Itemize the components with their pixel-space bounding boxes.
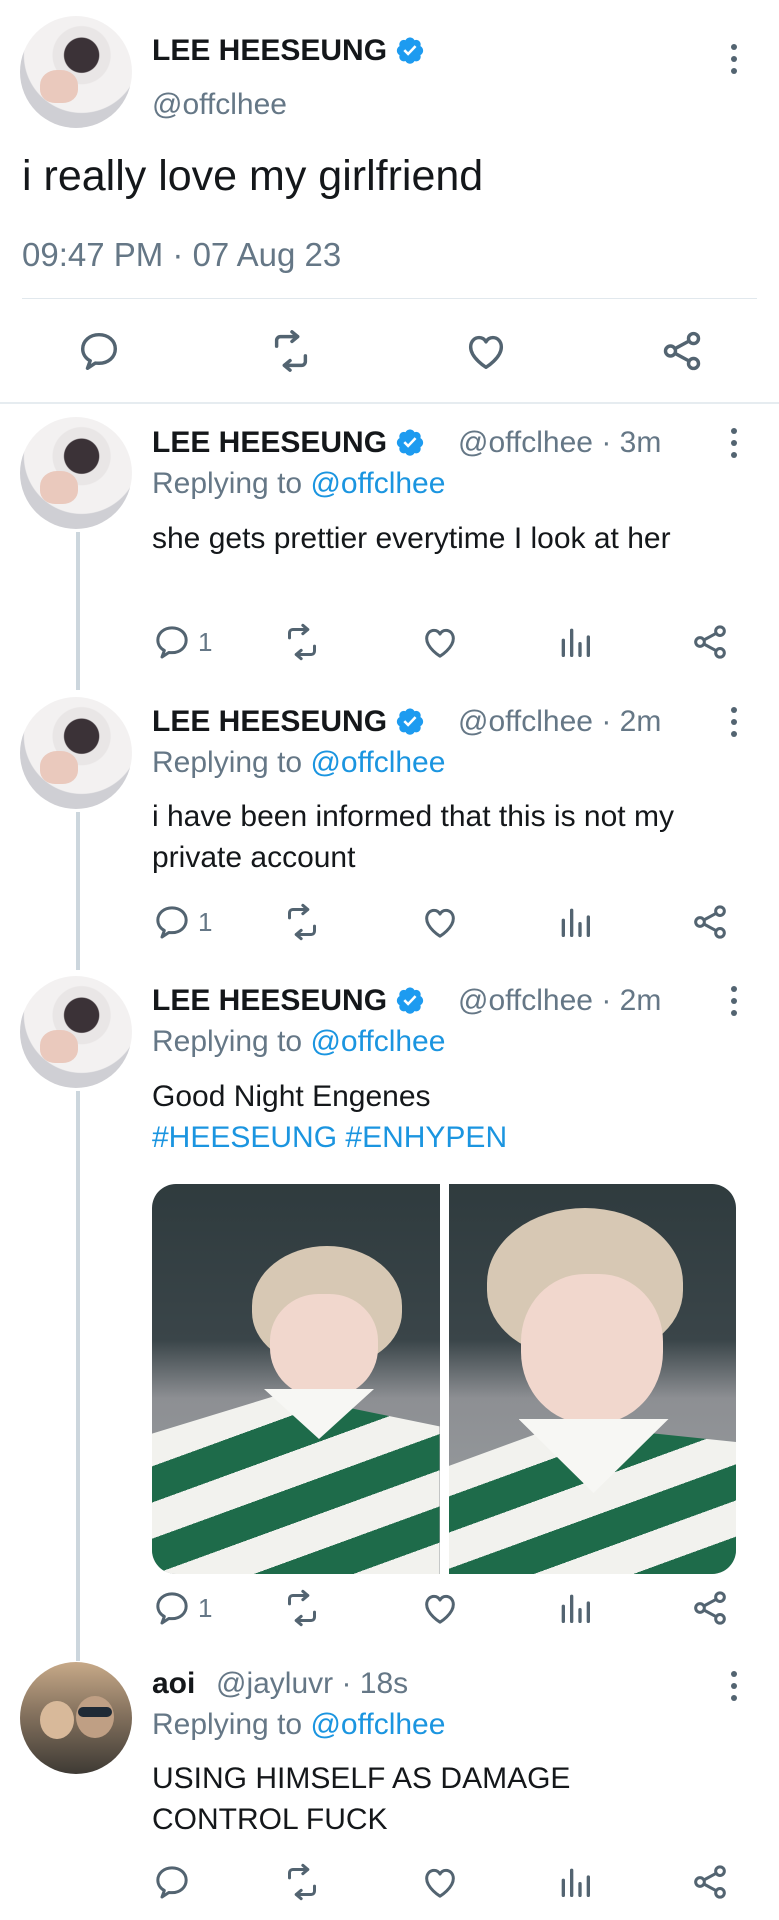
analytics-button[interactable]	[555, 1588, 595, 1628]
divider	[22, 298, 757, 299]
tweet-timestamp[interactable]: 09:47 PM · 07 Aug 23	[22, 236, 341, 274]
author-name[interactable]: LEE HEESEUNG	[152, 984, 425, 1018]
avatar[interactable]	[20, 1662, 132, 1774]
replying-to: Replying to @offclhee	[152, 746, 446, 779]
share-icon	[694, 1865, 726, 1899]
reply-button[interactable]: 1	[152, 902, 212, 942]
share-icon	[694, 1591, 726, 1625]
divider	[0, 402, 779, 404]
author-name[interactable]: LEE HEESEUNG	[152, 426, 425, 460]
like-icon	[425, 1868, 455, 1898]
mention-link[interactable]: @offclhee	[310, 1708, 445, 1741]
verified-badge-icon	[396, 987, 424, 1014]
reply-count: 1	[198, 626, 213, 657]
author-name[interactable]: LEE HEESEUNG	[152, 705, 425, 739]
reply-icon	[156, 906, 188, 939]
share-icon	[694, 625, 726, 659]
retweet-button[interactable]	[282, 1862, 322, 1902]
thread-line	[76, 532, 80, 690]
reply-button[interactable]	[76, 328, 122, 374]
like-icon	[425, 1594, 455, 1624]
retweet-button[interactable]	[268, 328, 314, 374]
author-handle[interactable]: @jayluvr · 18s	[216, 1667, 408, 1701]
analytics-button[interactable]	[555, 1862, 595, 1902]
retweet-button[interactable]	[282, 902, 322, 942]
retweet-icon	[288, 1863, 316, 1901]
avatar[interactable]	[20, 417, 132, 529]
analytics-icon	[561, 1868, 590, 1897]
retweet-icon	[274, 330, 308, 372]
author-handle[interactable]: @offclhee · 2m	[458, 984, 661, 1018]
share-button[interactable]	[690, 1862, 730, 1902]
replying-to: Replying to @offclhee	[152, 1025, 446, 1058]
retweet-icon	[288, 903, 316, 941]
thread-line	[76, 812, 80, 970]
verified-badge-icon	[396, 37, 424, 64]
retweet-icon	[288, 623, 316, 661]
hashtags[interactable]: #HEESEUNG #ENHYPEN	[152, 1117, 732, 1158]
mention-link[interactable]: @offclhee	[310, 467, 445, 500]
author-name[interactable]: aoi	[152, 1667, 195, 1701]
author-handle[interactable]: @offclhee · 2m	[458, 705, 661, 739]
thread-line	[76, 1091, 80, 1661]
more-icon[interactable]	[724, 705, 744, 739]
tweet-text: i really love my girlfriend	[22, 152, 484, 200]
more-icon[interactable]	[724, 1669, 744, 1703]
more-icon[interactable]	[724, 984, 744, 1018]
retweet-button[interactable]	[282, 622, 322, 662]
reply-count: 1	[198, 906, 213, 937]
tweet-text: USING HIMSELF AS DAMAGE CONTROL FUCK	[152, 1762, 571, 1836]
like-button[interactable]	[463, 328, 509, 374]
reply-icon	[156, 1592, 188, 1625]
like-icon	[425, 908, 455, 938]
reply-count: 1	[198, 1592, 213, 1623]
like-button[interactable]	[420, 1588, 460, 1628]
more-icon[interactable]	[724, 42, 744, 76]
analytics-button[interactable]	[555, 902, 595, 942]
reply-button[interactable]: 1	[152, 622, 212, 662]
share-button[interactable]	[659, 328, 705, 374]
author-name[interactable]: LEE HEESEUNG	[152, 34, 425, 68]
avatar[interactable]	[20, 976, 132, 1088]
replying-to: Replying to @offclhee	[152, 467, 446, 500]
reply-icon	[156, 626, 188, 659]
share-button[interactable]	[690, 622, 730, 662]
more-icon[interactable]	[724, 426, 744, 460]
like-button[interactable]	[420, 1862, 460, 1902]
reply-icon	[156, 1866, 188, 1899]
media-gallery[interactable]	[152, 1184, 736, 1574]
like-icon	[425, 628, 455, 658]
tweet-text: Good Night Engenes	[152, 1080, 431, 1113]
verified-badge-icon	[396, 708, 424, 735]
replying-to: Replying to @offclhee	[152, 1708, 446, 1741]
avatar[interactable]	[20, 697, 132, 809]
tweet-text: i have been informed that this is not my…	[152, 800, 674, 874]
reply-icon	[80, 332, 118, 370]
author-handle[interactable]: @offclhee · 3m	[458, 426, 661, 460]
like-button[interactable]	[420, 902, 460, 942]
reply-button[interactable]	[152, 1862, 198, 1902]
share-icon	[663, 331, 701, 371]
share-button[interactable]	[690, 1588, 730, 1628]
like-icon	[468, 335, 504, 370]
tweet-text: she gets prettier everytime I look at he…	[152, 522, 671, 555]
analytics-button[interactable]	[555, 622, 595, 662]
avatar[interactable]	[20, 16, 132, 128]
author-handle[interactable]: @offclhee	[152, 88, 287, 122]
selfie-photo[interactable]	[448, 1184, 736, 1574]
analytics-icon	[561, 628, 590, 657]
analytics-icon	[561, 908, 590, 937]
share-button[interactable]	[690, 902, 730, 942]
analytics-icon	[561, 1594, 590, 1623]
like-button[interactable]	[420, 622, 460, 662]
mention-link[interactable]: @offclhee	[310, 746, 445, 779]
reply-button[interactable]: 1	[152, 1588, 212, 1628]
retweet-icon	[288, 1589, 316, 1627]
selfie-photo[interactable]	[152, 1184, 440, 1574]
verified-badge-icon	[396, 429, 424, 456]
mention-link[interactable]: @offclhee	[310, 1025, 445, 1058]
share-icon	[694, 905, 726, 939]
retweet-button[interactable]	[282, 1588, 322, 1628]
